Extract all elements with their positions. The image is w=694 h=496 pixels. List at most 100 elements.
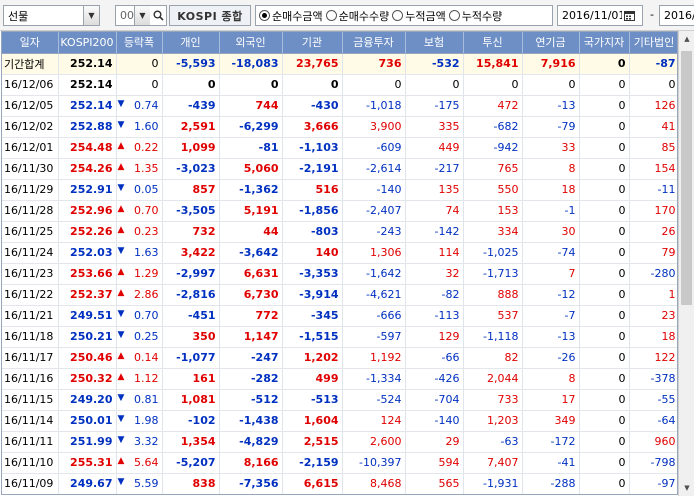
change-value: 0 <box>151 78 159 91</box>
table-row[interactable]: 16/11/09 249.67 ▼ 5.59 838 -7,356 6,615 8,468 56… <box>2 473 677 494</box>
value-cell: 1,604 <box>282 410 343 432</box>
value-cell: -2,191 <box>282 158 343 180</box>
column-header[interactable]: 개인 <box>162 32 220 54</box>
change-cell: ▼ 1.60 <box>116 116 163 138</box>
value-cell: -704 <box>405 389 464 411</box>
search-icon[interactable] <box>150 6 166 25</box>
value-cell: 44 <box>219 221 283 243</box>
vertical-scrollbar[interactable]: ▲ ▼ <box>678 31 694 496</box>
change-cell: ▲ 0.14 <box>116 347 163 369</box>
table-row[interactable]: 16/11/28 252.96 ▲ 0.70 -3,505 5,191 -1,856 -2,4… <box>2 200 677 222</box>
table-row[interactable]: 16/11/25 252.26 ▲ 0.23 732 44 -803 -243 -142 334 3… <box>2 221 677 243</box>
table-row[interactable]: 16/11/23 253.66 ▲ 1.29 -2,997 6,631 -3,353 -1,6… <box>2 263 677 285</box>
column-header[interactable]: 투신 <box>463 32 523 54</box>
value-cell: -513 <box>282 389 343 411</box>
value-cell: -82 <box>405 284 464 306</box>
table-row[interactable]: 16/11/21 249.51 ▼ 0.70 -451 772 -345 -666 -113 53… <box>2 305 677 327</box>
summary-row[interactable]: 기간합계 252.14 0 -5,593 -18,083 23,765 736 -532 15,… <box>2 53 677 75</box>
radio-net-amount[interactable]: 순매수금액 <box>259 8 323 24</box>
column-header[interactable]: 기관 <box>282 32 343 54</box>
radio-label: 순매수금액 <box>272 9 323 23</box>
table-row[interactable]: 16/12/01 254.48 ▲ 0.22 1,099 -81 -1,103 -609 449… <box>2 137 677 159</box>
value-type-radio-group: 순매수금액 순매수수량 누적금액 누적수량 <box>255 5 553 26</box>
date-from-field[interactable]: 2016/11/01 <box>557 5 643 26</box>
change-cell: ▲ 0.70 <box>116 200 163 222</box>
value-cell: 499 <box>282 368 343 390</box>
value-cell: 153 <box>463 200 523 222</box>
change-cell: ▼ 1.98 <box>116 410 163 432</box>
table-row[interactable]: 16/12/02 252.88 ▼ 1.60 2,591 -6,299 3,666 3,900… <box>2 116 677 138</box>
table-row[interactable]: 16/11/22 252.37 ▲ 2.86 -2,816 6,730 -3,914 -4,6… <box>2 284 677 306</box>
date-to-value: 2016/ <box>664 9 694 22</box>
date-cell: 16/11/22 <box>2 284 59 306</box>
table-row[interactable]: 16/11/08255.26▲0.66-1,3305151,3691,242-2… <box>2 494 678 495</box>
change-value: 1.35 <box>134 162 159 175</box>
value-cell: 5,060 <box>219 158 283 180</box>
column-header[interactable]: KOSPI200 <box>58 32 117 54</box>
table-row[interactable]: 16/12/05 252.14 ▼ 0.74 -439 744 -430 -1,018 -175… <box>2 95 677 117</box>
table-row[interactable]: 16/11/24 252.03 ▼ 1.63 3,422 -3,642 140 1,306 11… <box>2 242 677 264</box>
triangle-up-icon: ▲ <box>117 456 125 466</box>
value-cell: 129 <box>405 326 464 348</box>
value-cell: -140 <box>342 179 406 201</box>
value-cell: 335 <box>405 116 464 138</box>
value-cell: -217 <box>405 158 464 180</box>
column-header[interactable]: 기타법인 <box>629 32 677 54</box>
table-row[interactable]: 16/11/16 250.32 ▲ 1.12 161 -282 499 -1,334 -426 2… <box>2 368 677 390</box>
scroll-up-icon[interactable]: ▲ <box>679 31 694 47</box>
value-cell: 550 <box>463 179 523 201</box>
column-header[interactable]: 연기금 <box>522 32 580 54</box>
date-cell: 16/11/29 <box>2 179 59 201</box>
column-header[interactable]: 금융투자 <box>342 32 406 54</box>
value-cell: 0 <box>579 158 630 180</box>
table-row[interactable]: 16/11/30 254.26 ▲ 1.35 -3,023 5,060 -2,191 -2,6… <box>2 158 677 180</box>
value-cell: 5,191 <box>219 200 283 222</box>
value-cell: 732 <box>162 221 220 243</box>
chevron-down-icon[interactable]: ▼ <box>134 6 150 25</box>
index-name-label: KOSPI 종합 <box>169 5 251 26</box>
column-header[interactable]: 보험 <box>405 32 464 54</box>
value-cell: -2,614 <box>342 158 406 180</box>
table-row[interactable]: 16/11/15 249.20 ▼ 0.81 1,081 -512 -513 -524 -704… <box>2 389 677 411</box>
change-value: 0 <box>151 57 159 70</box>
change-value: 0.25 <box>134 330 159 343</box>
column-header[interactable]: 등락폭 <box>116 32 163 54</box>
radio-net-quantity[interactable]: 순매수수량 <box>325 8 389 24</box>
value-cell: -5,593 <box>162 53 220 75</box>
radio-cumulative-amount[interactable]: 누적금액 <box>392 8 446 24</box>
table-row[interactable]: 16/11/18 250.21 ▼ 0.25 350 1,147 -1,515 -597 129… <box>2 326 677 348</box>
value-cell: 0 <box>629 74 677 96</box>
table-row[interactable]: 16/11/10 255.31 ▲ 5.64 -5,207 8,166 -2,159 -10,… <box>2 452 677 474</box>
table-row[interactable]: 16/12/06 252.14 0 0 0 0 0 0 0 0 0 0 <box>2 74 677 96</box>
scrollbar-thumb[interactable] <box>681 51 692 305</box>
column-header[interactable]: 외국인 <box>219 32 283 54</box>
table-row[interactable]: 16/11/11 251.99 ▼ 3.32 1,354 -4,829 2,515 2,600… <box>2 431 677 453</box>
column-header[interactable]: 국가지자 <box>579 32 630 54</box>
triangle-up-icon: ▲ <box>117 267 125 277</box>
value-cell: 41 <box>629 116 677 138</box>
value-cell: -1,438 <box>219 410 283 432</box>
value-cell: 2,044 <box>463 368 523 390</box>
value-cell: -280 <box>629 263 677 285</box>
date-cell: 16/11/25 <box>2 221 59 243</box>
category-combo[interactable]: 선물 ▼ <box>3 5 100 26</box>
value-cell: 0 <box>579 431 630 453</box>
column-header[interactable]: 일자 <box>2 32 59 54</box>
value-cell: 0 <box>579 284 630 306</box>
value-cell: -10,397 <box>342 452 406 474</box>
table-row[interactable]: 16/11/14 250.01 ▼ 1.98 -102 -1,438 1,604 124 -14… <box>2 410 677 432</box>
chevron-down-icon[interactable]: ▼ <box>83 6 99 25</box>
date-to-field[interactable]: 2016/ <box>659 5 694 26</box>
calendar-icon[interactable] <box>622 6 636 25</box>
change-value: 0.23 <box>134 225 159 238</box>
kospi200-cell: 252.14 <box>58 95 117 117</box>
change-value: 2.86 <box>134 288 159 301</box>
value-cell: 79 <box>629 242 677 264</box>
radio-cumulative-quantity[interactable]: 누적수량 <box>448 8 502 24</box>
table-row[interactable]: 16/11/29 252.91 ▼ 0.05 857 -1,362 516 -140 135 55… <box>2 179 677 201</box>
triangle-up-icon: ▲ <box>117 204 125 214</box>
code-combo[interactable]: 001 ▼ <box>115 5 167 26</box>
table-row[interactable]: 16/11/17 250.46 ▲ 0.14 -1,077 -247 1,202 1,192-… <box>2 347 677 369</box>
value-cell: 170 <box>629 200 677 222</box>
scroll-down-icon[interactable]: ▼ <box>679 480 694 496</box>
